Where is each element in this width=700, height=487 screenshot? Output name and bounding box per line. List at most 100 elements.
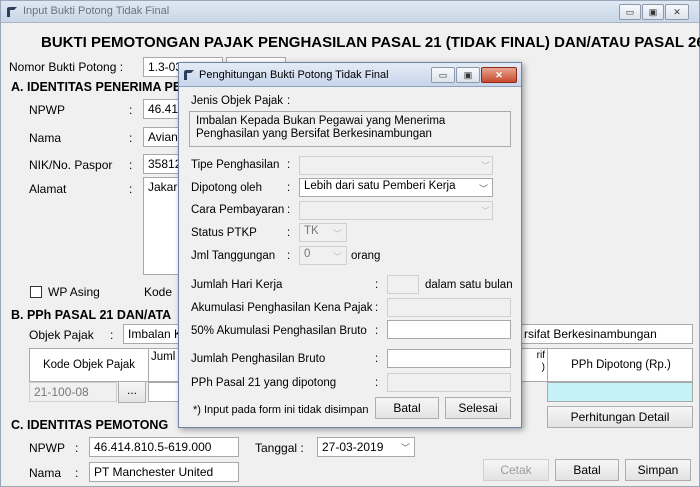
dalam-satu-bulan-label: dalam satu bulan [425, 279, 513, 291]
section-c-heading: C. IDENTITAS PEMOTONG [11, 418, 169, 432]
dialog-minimize-button[interactable]: ▭ [431, 67, 455, 83]
chevron-down-icon: ﹀ [332, 252, 342, 262]
tanggal-label: Tanggal : [255, 441, 304, 455]
dipotong-oleh-select[interactable]: Lebih dari satu Pemberi Kerja ﹀ [299, 178, 493, 197]
orang-label: orang [351, 250, 381, 262]
penghitungan-dialog: Penghitungan Bukti Potong Tidak Final ▭ … [178, 62, 522, 428]
dialog-close-button[interactable]: ✕ [481, 67, 517, 83]
jumlah-hari-kerja-field[interactable] [387, 275, 419, 294]
jumlah-bruto-label: Jumlah Penghasilan Bruto [191, 353, 326, 365]
minimize-button[interactable]: ▭ [619, 4, 641, 20]
nama-field[interactable]: Avian [143, 127, 183, 147]
status-ptkp-select[interactable]: TK ﹀ [299, 223, 347, 242]
section-a-heading: A. IDENTITAS PENERIMA PE [11, 80, 182, 94]
status-ptkp-label: Status PTKP [191, 227, 257, 239]
chevron-down-icon: ﹀ [481, 161, 491, 171]
jml-tanggungan-value: 0 [304, 248, 311, 260]
window-titlebar: Input Bukti Potong Tidak Final ▭ ▣ ✕ [1, 1, 699, 23]
col-tarif-header: rif ) [536, 350, 545, 373]
akumulasi-50-field[interactable] [387, 320, 511, 339]
chevron-down-icon: ﹀ [400, 443, 410, 453]
jml-tanggungan-label: Jml Tanggungan [191, 250, 276, 262]
npwp-pemotong-field[interactable]: 46.414.810.5-619.000 [89, 437, 239, 457]
alamat-textarea[interactable]: Jakar [143, 177, 183, 275]
npwp-field[interactable]: 46.41 [143, 99, 183, 119]
form-note: *) Input pada form ini tidak disimpan [193, 404, 369, 416]
nik-colon: : [129, 158, 133, 172]
objek-colon: : [110, 328, 114, 342]
jenis-objek-value: Imbalan Kepada Bukan Pegawai yang Meneri… [196, 115, 446, 140]
kode-objek-field[interactable]: 21-100-08 [29, 382, 117, 402]
section-b-heading: B. PPh PASAL 21 DAN/ATA [11, 308, 172, 322]
pph-dipotong-dialog-field[interactable] [387, 373, 511, 392]
dialog-maximize-button[interactable]: ▣ [456, 67, 480, 83]
tanggal-value: 27-03-2019 [322, 440, 384, 454]
akum-colon: : [375, 302, 379, 314]
nama-label: Nama [29, 131, 62, 145]
akumulasi-pkp-label: Akumulasi Penghasilan Kena Pajak [191, 302, 373, 314]
col-pph-header: PPh Dipotong (Rp.) [571, 359, 671, 371]
chevron-down-icon: ﹀ [481, 206, 491, 216]
cara-pembayaran-select[interactable] [299, 201, 493, 220]
nomor-label: Nomor Bukti Potong : [9, 60, 124, 74]
objek-field-right[interactable]: rsifat Berkesinambungan [521, 324, 693, 344]
cara-colon: : [287, 204, 291, 216]
batal-button[interactable]: Batal [555, 459, 619, 481]
window-title: Input Bukti Potong Tidak Final [23, 5, 170, 17]
alamat-label: Alamat [29, 182, 67, 196]
pph-colon: : [375, 377, 379, 389]
nama-pemotong-colon: : [75, 466, 79, 480]
simpan-button[interactable]: Simpan [625, 459, 691, 481]
npwp-colon: : [129, 103, 133, 117]
jenis-objek-box: Imbalan Kepada Bukan Pegawai yang Meneri… [189, 111, 511, 147]
nama-pemotong-field[interactable]: PT Manchester United [89, 462, 239, 482]
col-jumlah-header: Juml [151, 351, 176, 363]
nik-field[interactable]: 35812 [143, 154, 183, 174]
dialog-titlebar: Penghitungan Bukti Potong Tidak Final ▭ … [179, 63, 521, 87]
bruto-colon: : [375, 353, 379, 365]
alamat-colon: : [129, 182, 133, 196]
chevron-down-icon: ﹀ [332, 229, 342, 239]
tanggal-date-picker[interactable]: 27-03-2019 ﹀ [317, 437, 415, 457]
cetak-button[interactable]: Cetak [483, 459, 549, 481]
tipe-penghasilan-select[interactable] [299, 156, 493, 175]
col-kode-header: Kode Objek Pajak [42, 359, 136, 371]
objek-field-left[interactable]: Imbalan K [123, 324, 179, 344]
nik-label: NIK/No. Paspor [29, 158, 113, 172]
dialog-title: Penghitungan Bukti Potong Tidak Final [199, 69, 389, 81]
dipotong-oleh-value: Lebih dari satu Pemberi Kerja [304, 180, 456, 192]
cara-pembayaran-label: Cara Pembayaran [191, 204, 285, 216]
dipotong-colon: : [287, 182, 291, 194]
jenis-objek-colon: : [287, 95, 291, 107]
app-icon [7, 7, 17, 17]
pph-dipotong-field[interactable] [547, 382, 693, 402]
dipotong-oleh-label: Dipotong oleh [191, 182, 262, 194]
maximize-button[interactable]: ▣ [642, 4, 664, 20]
jumlah-bruto-field[interactable] [387, 349, 511, 368]
dialog-app-icon [184, 70, 194, 80]
npwp-pemotong-colon: : [75, 441, 79, 455]
wp-asing-label: WP Asing [48, 285, 100, 299]
status-colon: : [287, 227, 291, 239]
jenis-objek-label: Jenis Objek Pajak [191, 95, 284, 107]
dialog-batal-button[interactable]: Batal [375, 397, 439, 419]
jml-tanggungan-select[interactable]: 0 ﹀ [299, 246, 347, 265]
wp-asing-checkbox[interactable] [30, 286, 42, 298]
objek-label: Objek Pajak [29, 328, 94, 342]
perhitungan-detail-button[interactable]: Perhitungan Detail [547, 406, 693, 428]
dialog-selesai-button[interactable]: Selesai [445, 397, 511, 419]
akumulasi-50-label: 50% Akumulasi Penghasilan Bruto [191, 325, 367, 337]
page-title: BUKTI PEMOTONGAN PAJAK PENGHASILAN PASAL… [41, 34, 700, 51]
tipe-penghasilan-label: Tipe Penghasilan [191, 159, 280, 171]
pph-dipotong-label: PPh Pasal 21 yang dipotong [191, 377, 337, 389]
akumulasi-pkp-field[interactable] [387, 298, 511, 317]
npwp-pemotong-label: NPWP [29, 441, 65, 455]
akum50-colon: : [375, 325, 379, 337]
close-button[interactable]: ✕ [665, 4, 689, 20]
jumlah-bruto-row-field[interactable] [148, 382, 180, 402]
npwp-label: NPWP [29, 103, 65, 117]
nama-colon: : [129, 131, 133, 145]
kode-lookup-button[interactable]: ... [118, 381, 146, 403]
status-ptkp-value: TK [304, 225, 319, 237]
chevron-down-icon: ﹀ [478, 184, 488, 194]
